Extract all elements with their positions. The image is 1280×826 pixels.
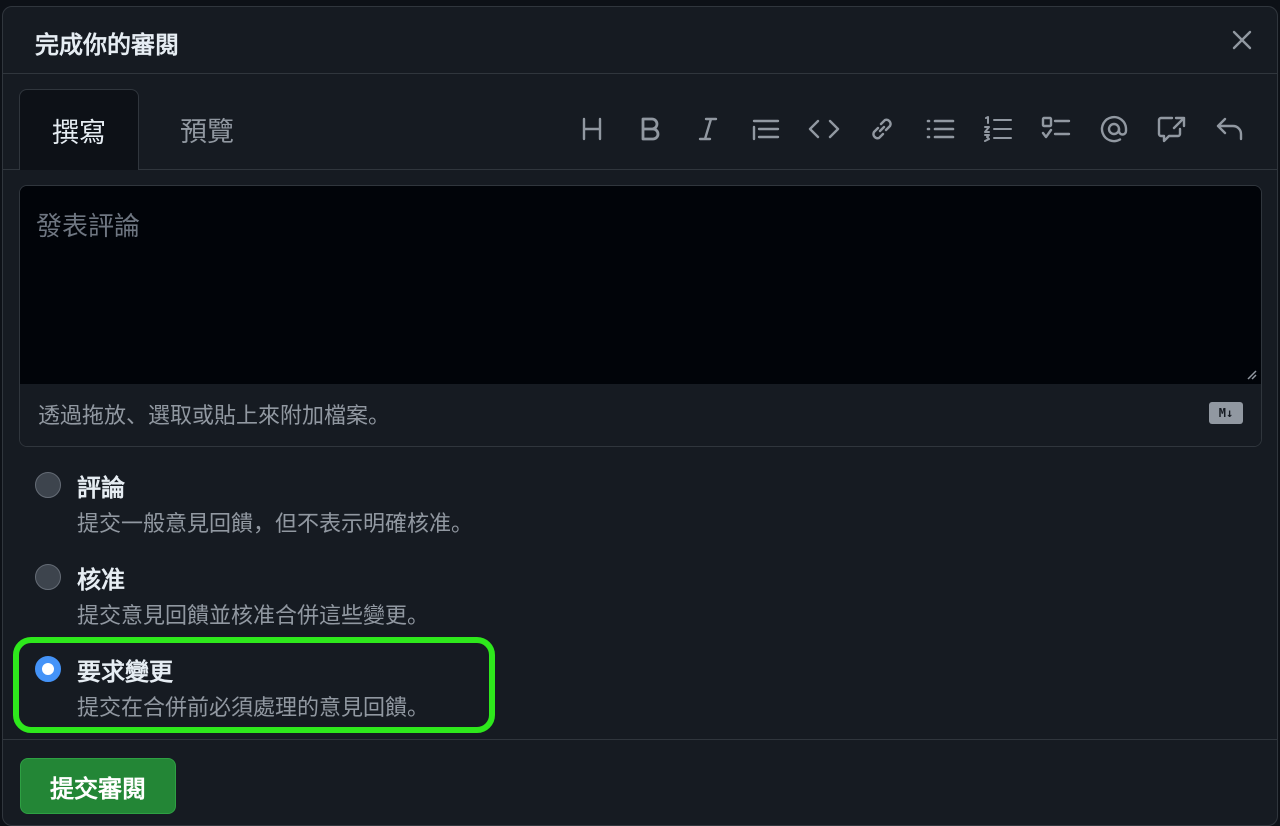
tab-preview[interactable]: 預覽 — [147, 89, 267, 169]
ordered-list-icon[interactable] — [969, 107, 1027, 151]
dialog-header: 完成你的審閱 — [3, 7, 1277, 74]
dialog-footer: 提交審閱 — [3, 739, 1277, 825]
heading-icon[interactable] — [563, 107, 621, 151]
comment-placeholder: 發表評論 — [36, 212, 141, 242]
code-icon[interactable] — [795, 107, 853, 151]
radio-request-changes[interactable] — [35, 656, 61, 682]
markdown-toolbar — [563, 107, 1259, 151]
bold-icon[interactable] — [621, 107, 679, 151]
submit-review-button[interactable]: 提交審閱 — [20, 758, 176, 814]
option-approve-description: 提交意見回饋並核准合併這些變更。 — [77, 604, 430, 629]
comment-textarea[interactable]: 發表評論 — [20, 186, 1261, 385]
italic-icon[interactable] — [679, 107, 737, 151]
undo-icon[interactable] — [1201, 107, 1259, 151]
resize-handle-icon[interactable] — [1245, 368, 1257, 380]
mention-icon[interactable] — [1085, 107, 1143, 151]
markdown-icon[interactable]: M↓ — [1209, 402, 1243, 424]
quote-icon[interactable] — [737, 107, 795, 151]
link-icon[interactable] — [853, 107, 911, 151]
option-comment-label[interactable]: 評論 — [77, 468, 125, 503]
option-approve-label[interactable]: 核准 — [77, 560, 125, 595]
dialog-title: 完成你的審閱 — [35, 31, 179, 59]
option-request-changes-description: 提交在合併前必須處理的意見回饋。 — [77, 696, 430, 721]
option-comment-description: 提交一般意見回饋，但不表示明確核准。 — [77, 512, 474, 537]
tab-write[interactable]: 撰寫 — [19, 89, 139, 170]
option-request-changes-label[interactable]: 要求變更 — [77, 652, 173, 687]
task-list-icon[interactable] — [1027, 107, 1085, 151]
cross-reference-icon[interactable] — [1143, 107, 1201, 151]
file-attach-hint: 透過拖放、選取或貼上來附加檔案。 — [38, 404, 391, 429]
file-attach-bar[interactable]: 透過拖放、選取或貼上來附加檔案。 M↓ — [20, 384, 1261, 446]
close-icon[interactable] — [1225, 23, 1259, 57]
radio-comment[interactable] — [35, 472, 61, 498]
editor-tabbar: 撰寫 預覽 — [3, 89, 1277, 170]
comment-editor: 發表評論 透過拖放、選取或貼上來附加檔案。 M↓ — [19, 185, 1262, 447]
radio-approve[interactable] — [35, 564, 61, 590]
review-dialog: 完成你的審閱 撰寫 預覽 發表評論 透過拖放、選取或貼上來附加檔案。 M↓ 評論… — [2, 6, 1278, 826]
unordered-list-icon[interactable] — [911, 107, 969, 151]
